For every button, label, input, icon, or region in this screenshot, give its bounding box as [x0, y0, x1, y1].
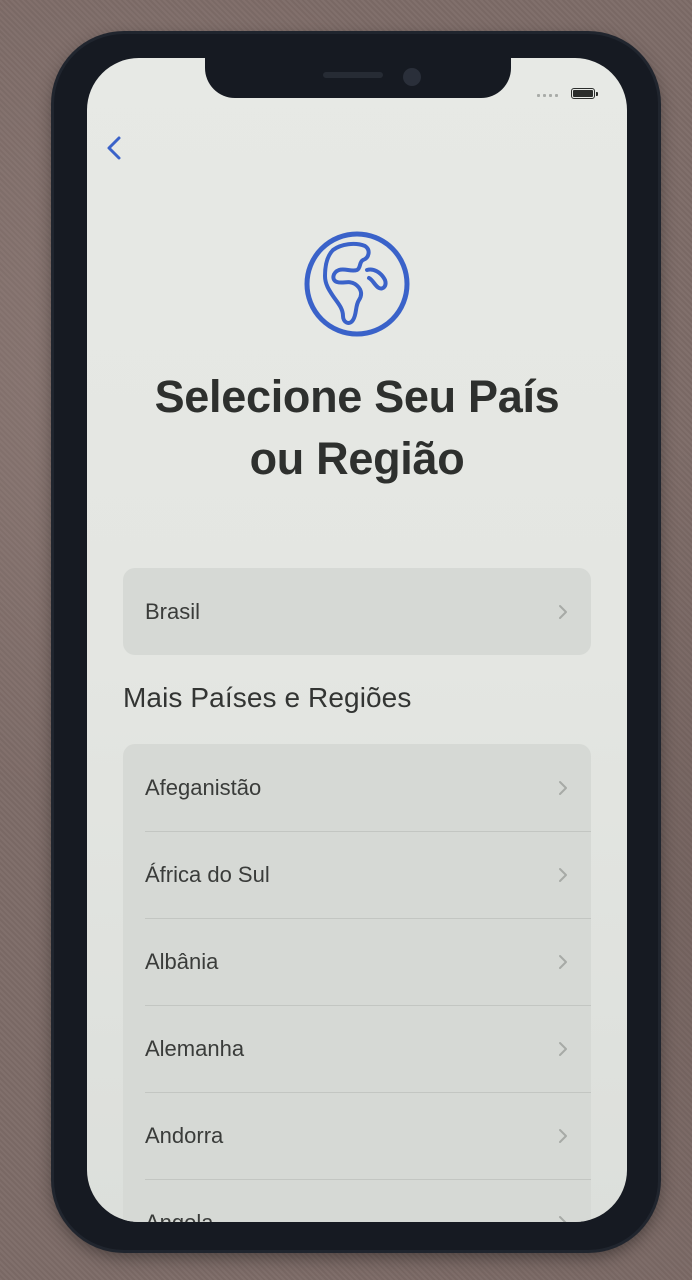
chevron-right-icon	[559, 780, 567, 795]
chevron-left-icon	[107, 136, 121, 160]
country-label: Brasil	[145, 598, 201, 624]
phone-frame: Selecione Seu País ou Região Brasil Mais…	[54, 34, 658, 1250]
country-label: Angola	[145, 1209, 214, 1223]
page-title: Selecione Seu País ou Região	[107, 366, 607, 490]
country-label: Albânia	[145, 948, 219, 974]
chevron-right-icon	[559, 1128, 567, 1143]
chevron-right-icon	[559, 954, 567, 969]
screen: Selecione Seu País ou Região Brasil Mais…	[87, 58, 627, 1222]
page-title-line-1: Selecione Seu País	[154, 371, 560, 422]
country-label: África do Sul	[145, 861, 270, 887]
country-list: Afeganistão África do Sul Albânia Aleman…	[123, 744, 591, 1222]
earpiece-speaker	[323, 72, 383, 78]
battery-icon	[571, 88, 598, 99]
chevron-right-icon	[559, 1215, 567, 1222]
country-row-brasil[interactable]: Brasil	[123, 568, 591, 655]
country-row-angola[interactable]: Angola	[123, 1179, 591, 1222]
country-row-africa-do-sul[interactable]: África do Sul	[123, 831, 591, 918]
suggested-country-list: Brasil	[123, 568, 591, 655]
chevron-right-icon	[559, 1041, 567, 1056]
section-header-more-countries: Mais Países e Regiões	[123, 682, 412, 713]
country-row-andorra[interactable]: Andorra	[123, 1092, 591, 1179]
country-row-alemanha[interactable]: Alemanha	[123, 1005, 591, 1092]
country-label: Afeganistão	[145, 774, 262, 800]
country-row-albania[interactable]: Albânia	[123, 918, 591, 1005]
country-row-afeganistao[interactable]: Afeganistão	[123, 744, 591, 831]
front-camera	[403, 68, 421, 86]
page-title-line-2: ou Região	[249, 433, 465, 484]
back-button[interactable]	[99, 132, 131, 164]
notch	[205, 58, 511, 98]
chevron-right-icon	[559, 604, 567, 619]
country-label: Andorra	[145, 1122, 224, 1148]
globe-icon	[304, 231, 410, 337]
country-label: Alemanha	[145, 1035, 245, 1061]
chevron-right-icon	[559, 867, 567, 882]
cellular-signal-icon	[537, 94, 559, 98]
